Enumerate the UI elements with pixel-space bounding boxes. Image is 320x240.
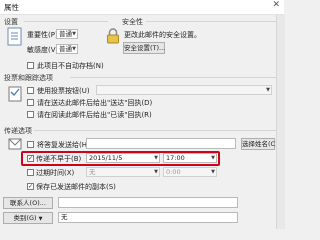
lock-icon <box>106 28 120 44</box>
read-receipt-label: 请在阅读此邮件后给出"已读"回执(R) <box>37 111 152 119</box>
select-names-button[interactable]: 选择姓名(C)... <box>241 138 284 150</box>
expires-date-select[interactable]: 无 ▼ <box>86 167 160 177</box>
voting-buttons-select[interactable]: ▼ <box>96 85 272 95</box>
sensitivity-select[interactable]: 普通 ▼ <box>56 44 78 54</box>
voting-divider <box>70 77 278 78</box>
security-section-title: 安全性 <box>122 18 143 26</box>
expires-after-checkbox[interactable] <box>27 169 34 176</box>
delivery-section-title: 传递选项 <box>4 127 32 135</box>
expires-after-label: 过期时间(X) <box>36 169 75 177</box>
chevron-down-icon: ▼ <box>72 31 76 37</box>
security-description: 更改此邮件的安全设置。 <box>124 31 201 39</box>
security-settings-button[interactable]: 安全设置(T)... <box>123 42 165 54</box>
chevron-down-icon: ▼ <box>154 169 158 175</box>
settings-divider <box>24 21 108 22</box>
sensitivity-label: 敏感度(V) <box>27 46 59 54</box>
no-autoarchive-label: 此项目不自动存档(N) <box>37 62 104 70</box>
importance-select[interactable]: 普通 ▼ <box>56 29 78 39</box>
scrollbar[interactable] <box>276 15 285 229</box>
window-title: 属性 <box>4 3 19 12</box>
chevron-down-icon: ▼ <box>72 46 76 52</box>
categories-input[interactable]: 无 <box>58 212 238 223</box>
security-divider <box>146 21 278 22</box>
replies-to-input[interactable] <box>86 138 236 149</box>
delivery-receipt-label: 请在送达此邮件后给出"送达"回执(D) <box>37 99 153 107</box>
chevron-down-icon: ▼ <box>38 216 43 222</box>
expires-time-select[interactable]: 0:00 ▼ <box>163 167 217 177</box>
voting-section-title: 投票和跟踪选项 <box>4 74 53 82</box>
use-voting-buttons-checkbox[interactable] <box>27 87 34 94</box>
do-not-deliver-before-checkbox[interactable]: ✓ <box>27 155 34 162</box>
do-not-deliver-before-label: 传递不早于(B) <box>36 155 82 163</box>
chevron-down-icon: ▼ <box>211 155 215 161</box>
have-replies-sent-to-checkbox[interactable] <box>27 141 34 148</box>
categories-button[interactable]: 类别(G) ▼ <box>3 212 53 224</box>
contacts-button[interactable]: 联系人(O)... <box>3 197 53 209</box>
no-autoarchive-checkbox[interactable] <box>27 62 34 69</box>
save-copy-checkbox[interactable]: ✓ <box>27 183 34 190</box>
settings-icon <box>7 27 22 46</box>
save-copy-label: 保存已发送邮件的副本(S) <box>36 183 116 191</box>
contacts-input[interactable] <box>58 197 238 208</box>
have-replies-sent-to-label: 将答复发送给(H) <box>37 141 90 149</box>
chevron-down-icon: ▼ <box>266 87 270 93</box>
deliver-date-select[interactable]: 2015/11/5 ▼ <box>86 153 160 163</box>
importance-label: 重要性(P) <box>27 31 58 39</box>
chevron-down-icon: ▼ <box>154 155 158 161</box>
delivery-divider <box>34 130 278 131</box>
read-receipt-checkbox[interactable] <box>27 111 34 118</box>
use-voting-buttons-label: 使用投票按钮(U) <box>37 87 90 95</box>
close-icon[interactable]: ✕ <box>272 0 280 10</box>
chevron-down-icon: ▼ <box>211 169 215 175</box>
envelope-icon <box>8 136 22 152</box>
settings-section-title: 设置 <box>4 18 18 26</box>
tracking-icon <box>8 84 22 102</box>
deliver-time-select[interactable]: 17:00 ▼ <box>163 153 217 163</box>
title-bar: 属性 ✕ <box>0 0 284 15</box>
delivery-receipt-checkbox[interactable] <box>27 99 34 106</box>
